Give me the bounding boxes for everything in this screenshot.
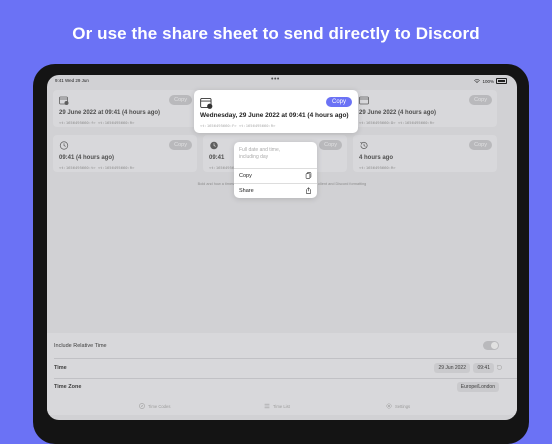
preview-code: <t:1656495660:F> <t:1656495660:R> — [200, 123, 276, 128]
calendar-clock-icon — [200, 97, 213, 109]
copy-icon — [305, 172, 312, 179]
app-screen: 9:41 Wed 29 Jun ••• 100% Copy 29 June 20… — [47, 75, 517, 420]
share-icon — [306, 187, 311, 194]
preview-title: Wednesday, 29 June 2022 at 09:41 (4 hour… — [200, 112, 349, 119]
copy-button[interactable]: Copy — [325, 97, 352, 107]
preview-card-full-date[interactable]: Copy Wednesday, 29 June 2022 at 09:41 (4… — [194, 90, 358, 133]
menu-item-share[interactable]: Share — [234, 184, 317, 198]
context-menu-header: Full date and time, including day — [239, 147, 281, 160]
headline: Or use the share sheet to send directly … — [72, 24, 480, 43]
context-menu: Full date and time, including day Copy S… — [234, 142, 317, 198]
menu-item-copy[interactable]: Copy — [234, 169, 317, 183]
menu-item-label: Copy — [239, 173, 252, 179]
menu-item-label: Share — [239, 188, 254, 194]
